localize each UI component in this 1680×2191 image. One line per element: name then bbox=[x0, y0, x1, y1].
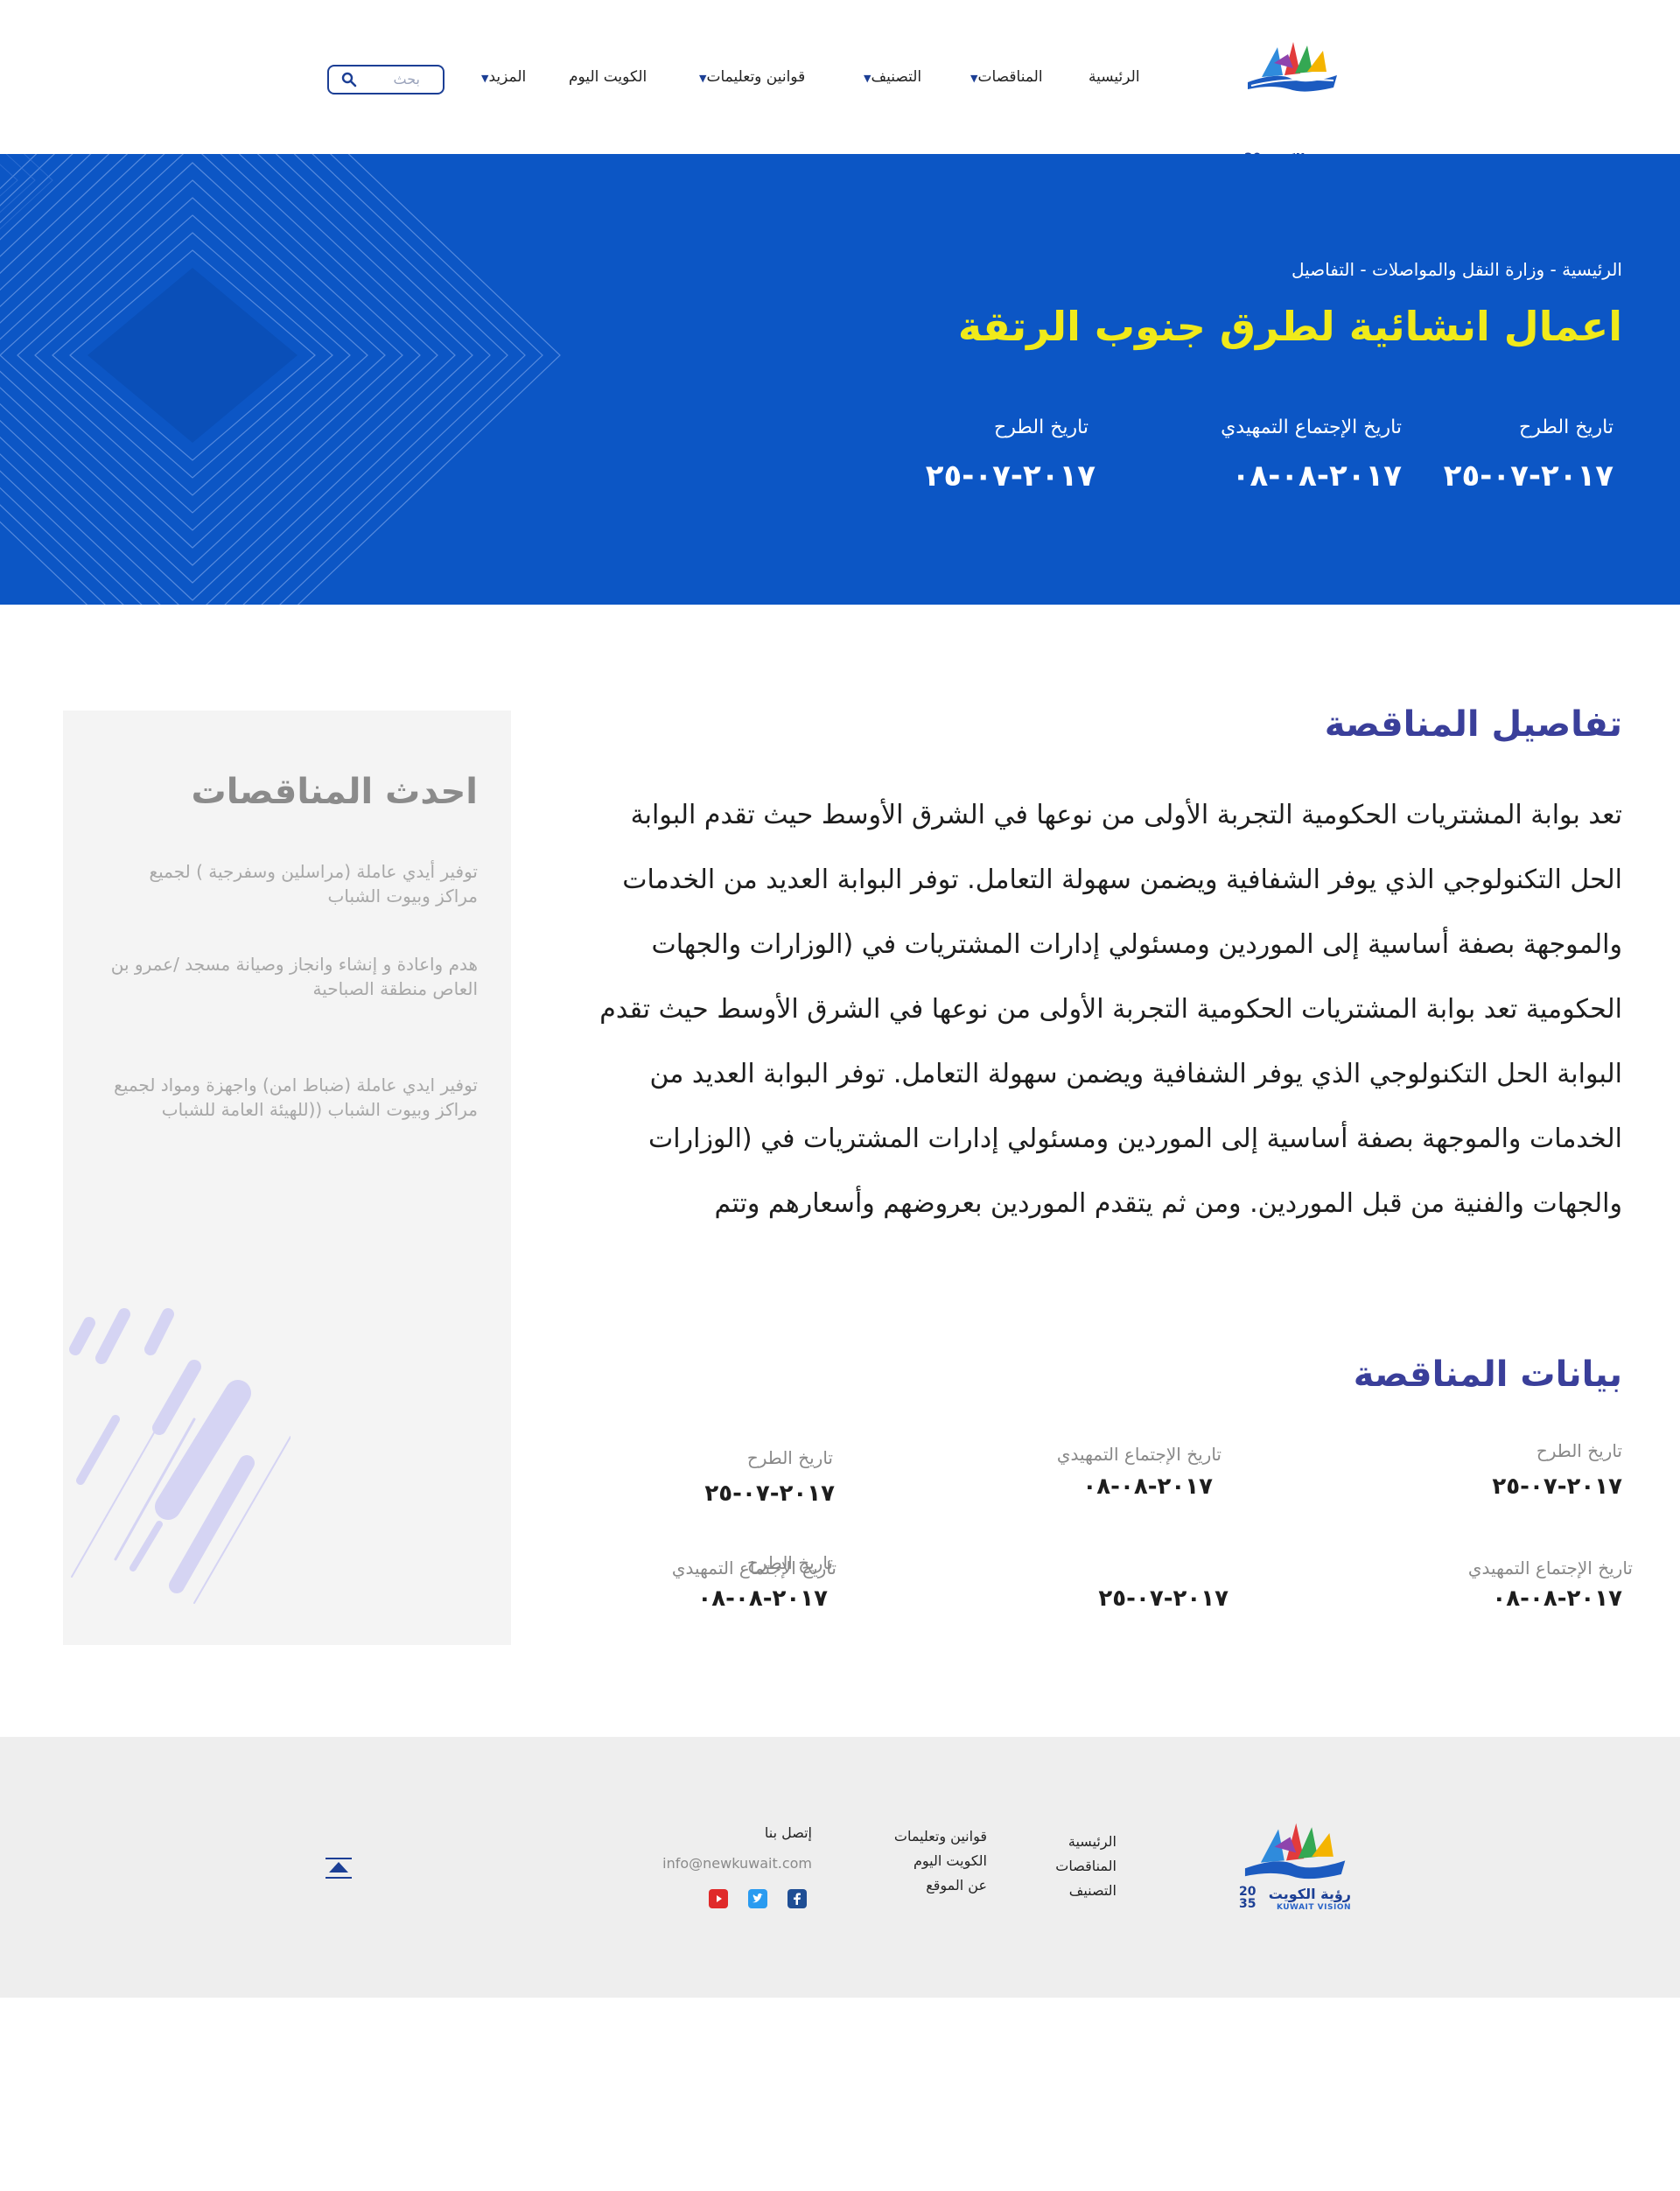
data-label-4: تاريخ الإجتماع التمهيدي bbox=[1467, 1558, 1633, 1578]
hero-date-label-1: تاريخ الطرح bbox=[1519, 416, 1614, 438]
page-title: اعمال انشائية لطرق جنوب الرتقة bbox=[957, 303, 1622, 350]
hero-date-value-3: ٢٠١٧-٠٧-٢٥ bbox=[925, 458, 1096, 494]
nav-home-label: الرئيسية bbox=[1088, 68, 1140, 86]
footer-link-tenders[interactable]: المناقصات bbox=[1055, 1854, 1116, 1879]
nav-tenders-label: المناقصات bbox=[977, 68, 1043, 86]
footer-logo-english-text: KUWAIT VISION bbox=[1276, 1903, 1351, 1912]
data-label-3: تاريخ الطرح bbox=[746, 1447, 833, 1468]
hero-banner: الرئيسية - وزارة النقل والمواصلات - التف… bbox=[0, 154, 1680, 605]
tender-data-title: بيانات المناقصة bbox=[1353, 1354, 1622, 1395]
footer-link-about[interactable]: عن الموقع bbox=[894, 1873, 987, 1898]
hero-date-label-3: تاريخ الطرح bbox=[994, 416, 1088, 438]
breadcrumb[interactable]: الرئيسية - وزارة النقل والمواصلات - التف… bbox=[1292, 259, 1622, 280]
data-value-2: ٢٠١٧-٠٨-٠٨ bbox=[1082, 1474, 1213, 1500]
nav-more[interactable]: المزيد▼ bbox=[478, 68, 526, 86]
footer-link-classification[interactable]: التصنيف bbox=[1055, 1879, 1116, 1903]
arrow-up-icon bbox=[326, 1858, 352, 1879]
footer-logo-text: 20 35 رؤية الكويت KUWAIT VISION bbox=[1237, 1886, 1351, 1914]
nav-laws[interactable]: قوانين وتعليمات▼ bbox=[696, 68, 805, 86]
logo-emblem-icon bbox=[1248, 42, 1337, 92]
sidebar-tender-link-1[interactable]: توفير أيدي عاملة (مراسلين وسفرجية ) لجمي… bbox=[110, 859, 478, 908]
site-footer: 20 35 رؤية الكويت KUWAIT VISION الرئيسية… bbox=[0, 1737, 1680, 1998]
hero-date-label-2: تاريخ الإجتماع التمهيدي bbox=[1221, 416, 1402, 438]
facebook-glyph bbox=[794, 1893, 801, 1905]
data-label-2: تاريخ الإجتماع التمهيدي bbox=[1056, 1444, 1222, 1465]
nav-tenders[interactable]: المناقصات▼ bbox=[967, 68, 1043, 86]
search-placeholder: بحث bbox=[393, 71, 421, 88]
sidebar-title: احدث المناقصات bbox=[191, 772, 478, 812]
twitter-icon[interactable] bbox=[748, 1889, 767, 1908]
footer-links-col-1: الرئيسية المناقصات التصنيف bbox=[1055, 1830, 1116, 1903]
search-icon[interactable] bbox=[341, 72, 357, 88]
data-value-4: ٢٠١٧-٠٨-٠٨ bbox=[1492, 1586, 1622, 1612]
data-value-6: ٢٠١٧-٠٨-٠٨ bbox=[697, 1586, 828, 1612]
logo-emblem-icon bbox=[1244, 1823, 1346, 1880]
nav-home[interactable]: الرئيسية bbox=[1088, 68, 1140, 86]
youtube-icon[interactable] bbox=[709, 1889, 728, 1908]
footer-logo-year-bottom: 35 bbox=[1239, 1897, 1256, 1911]
scroll-to-top-button[interactable] bbox=[324, 1855, 354, 1881]
nav-classification-label: التصنيف bbox=[871, 68, 922, 86]
nav-kuwait-today[interactable]: الكويت اليوم bbox=[569, 68, 647, 86]
logo-text: 20 35 رؤية الكويت KUWAIT VISION bbox=[1242, 94, 1340, 177]
details-title: تفاصيل المناقصة bbox=[1324, 704, 1622, 745]
hero-date-value-2: ٢٠١٧-٠٨-٠٨ bbox=[1231, 458, 1402, 494]
sidebar-tender-link-2[interactable]: هدم واعادة و إنشاء وانجاز وصيانة مسجد /ع… bbox=[110, 952, 478, 1001]
data-value-1: ٢٠١٧-٠٧-٢٥ bbox=[1492, 1474, 1622, 1500]
site-header: 20 35 رؤية الكويت KUWAIT VISION الرئيسية… bbox=[0, 0, 1680, 177]
youtube-glyph bbox=[717, 1895, 722, 1902]
footer-link-kuwait-today[interactable]: الكويت اليوم bbox=[894, 1849, 987, 1873]
data-value-5: ٢٠١٧-٠٧-٢٥ bbox=[1098, 1586, 1228, 1612]
hero-date-value-1: ٢٠١٧-٠٧-٢٥ bbox=[1443, 458, 1614, 494]
latest-tenders-sidebar: احدث المناقصات توفير أيدي عاملة (مراسلين… bbox=[63, 710, 511, 1645]
stripes-decoration bbox=[69, 1308, 290, 1604]
twitter-glyph bbox=[752, 1893, 763, 1903]
sidebar-tender-link-3[interactable]: توفير ايدي عاملة (ضباط امن) واجهزة ومواد… bbox=[110, 1073, 478, 1122]
nav-classification[interactable]: التصنيف▼ bbox=[860, 68, 921, 86]
kuwait-vision-logo[interactable]: 20 35 رؤية الكويت KUWAIT VISION bbox=[1242, 37, 1340, 177]
footer-email-link[interactable]: info@newkuwait.com bbox=[662, 1855, 812, 1872]
tender-description: تعد بوابة المشتريات الحكومية التجربة الأ… bbox=[599, 800, 1622, 1219]
data-value-3: ٢٠١٧-٠٧-٢٥ bbox=[704, 1480, 835, 1507]
footer-logo-arabic-text: رؤية الكويت bbox=[1268, 1886, 1351, 1902]
footer-logo[interactable]: 20 35 رؤية الكويت KUWAIT VISION bbox=[1237, 1817, 1351, 1914]
footer-link-laws[interactable]: قوانين وتعليمات bbox=[894, 1824, 987, 1849]
facebook-icon[interactable] bbox=[788, 1889, 807, 1908]
footer-link-home[interactable]: الرئيسية bbox=[1055, 1830, 1116, 1854]
footer-links-col-2: قوانين وتعليمات الكويت اليوم عن الموقع bbox=[894, 1824, 987, 1898]
data-label-1: تاريخ الطرح bbox=[1536, 1440, 1622, 1461]
data-label-6: تاريخ الإجتماع التمهيدي bbox=[671, 1558, 836, 1578]
footer-contact-title: إتصل بنا bbox=[764, 1824, 812, 1841]
nav-laws-label: قوانين وتعليمات bbox=[706, 68, 806, 86]
nav-more-label: المزيد bbox=[488, 68, 527, 86]
diamond-pattern-decoration bbox=[0, 154, 561, 605]
nav-kuwait-today-label: الكويت اليوم bbox=[569, 68, 648, 86]
search-box[interactable]: بحث bbox=[327, 65, 444, 94]
